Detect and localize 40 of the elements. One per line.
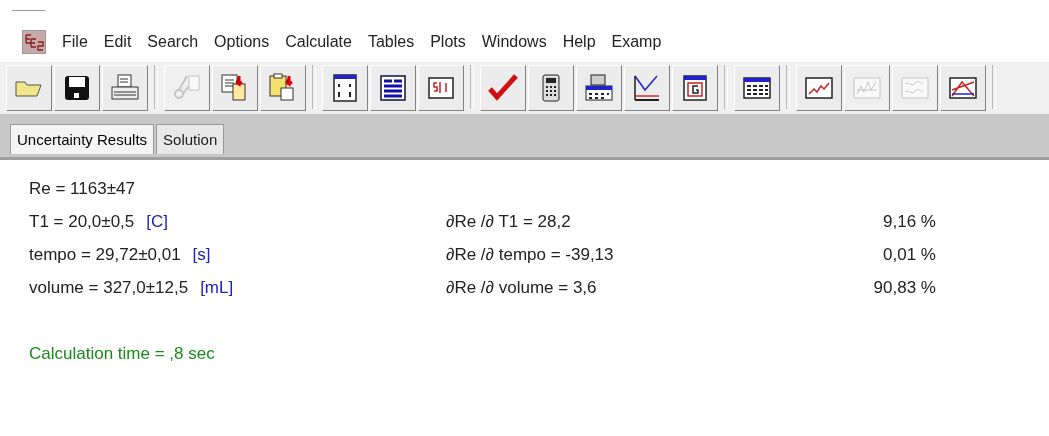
toolbar-button[interactable] <box>624 65 670 111</box>
formatted-text-icon <box>377 72 409 104</box>
toolbar-button[interactable] <box>796 65 842 111</box>
menu-item[interactable]: Windows <box>473 33 555 51</box>
variable-value: T1 = 20,0±0,5 <box>29 211 135 232</box>
table-calculate-icon <box>583 72 615 104</box>
menu-item[interactable]: Edit <box>95 33 140 51</box>
toolbar-button[interactable] <box>940 65 986 111</box>
menu-item[interactable]: Plots <box>422 33 474 51</box>
app-logo-icon <box>22 30 46 54</box>
variable-value: volume = 327,0±12,5 <box>29 277 189 298</box>
tab[interactable]: Solution <box>156 124 225 154</box>
menu-item[interactable]: Options <box>206 33 278 51</box>
toolbar-button[interactable] <box>322 65 368 111</box>
unit-label: [s] <box>192 244 211 265</box>
uncertainty-percent: 90,83 % <box>873 277 936 297</box>
variable-value: tempo = 29,72±0,01 <box>29 244 181 265</box>
tab[interactable]: Uncertainty Results <box>10 124 155 154</box>
partial-derivative: ∂Re /∂ volume = 3,6 <box>446 277 597 297</box>
variable-value: Re = 1163±47 <box>29 178 135 199</box>
toolbar-button[interactable] <box>528 65 574 111</box>
unit-label: [C] <box>146 211 168 232</box>
menu-item[interactable]: Tables <box>359 33 423 51</box>
menu-item[interactable]: Examp <box>603 33 670 51</box>
toolbar-button[interactable] <box>734 65 780 111</box>
calculation-time: Calculation time = ,8 sec <box>29 344 216 364</box>
toolbar-button[interactable] <box>576 65 622 111</box>
menu-item[interactable]: File <box>54 33 96 51</box>
uncertainty-percent: 9,16 % <box>883 211 936 231</box>
menu-item[interactable]: Search <box>139 33 207 51</box>
partial-derivative: ∂Re /∂ tempo = -39,13 <box>446 244 614 264</box>
menu-item[interactable]: Calculate <box>277 33 360 51</box>
menu-item[interactable]: Help <box>554 33 604 51</box>
unit-label: [mL] <box>200 277 234 298</box>
toolbar-button[interactable] <box>672 65 718 111</box>
toolbar-button[interactable] <box>54 65 100 111</box>
toolbar-button[interactable] <box>418 65 464 111</box>
partial-derivative: ∂Re /∂ T1 = 28,2 <box>446 211 571 231</box>
toolbar-button[interactable] <box>370 65 416 111</box>
uncertainty-percent: 0,01 % <box>883 244 936 264</box>
